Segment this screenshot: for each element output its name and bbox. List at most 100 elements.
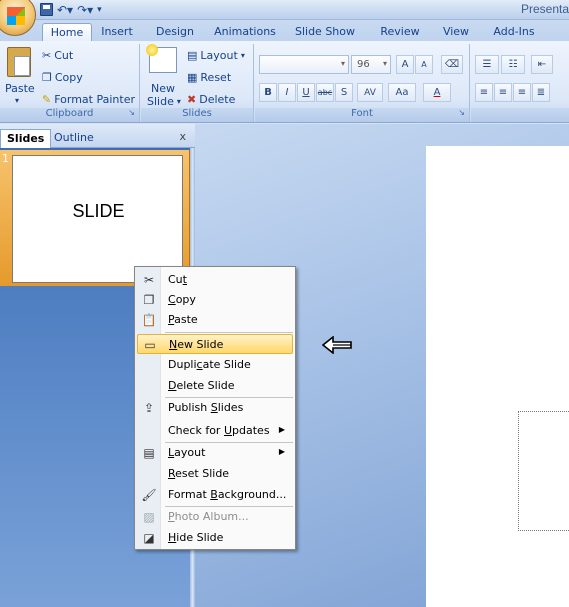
ribbon-tabs: Home Insert Design Animations Slide Show… <box>0 20 569 41</box>
menu-item-duplicate-slide[interactable]: Duplicate Slide <box>137 355 293 375</box>
italic-button[interactable]: I <box>278 83 296 102</box>
tab-slide-show[interactable]: Slide Show <box>292 23 358 41</box>
menu-item-publish-slides[interactable]: ⇪ Publish Slides <box>137 398 293 418</box>
tab-design[interactable]: Design <box>152 23 198 41</box>
layout-button[interactable]: ▤ Layout ▾ <box>187 49 245 62</box>
font-color-button[interactable]: A <box>423 83 451 102</box>
tab-home[interactable]: Home <box>42 23 92 41</box>
save-icon[interactable] <box>40 3 53 16</box>
title-bar: ↶▾ ↷▾ ▾ Presenta <box>0 0 569 36</box>
format-painter-button[interactable]: ✎ Format Painter <box>42 93 135 106</box>
tab-view[interactable]: View <box>438 23 474 41</box>
slide-thumbnail[interactable]: SLIDE <box>12 155 183 283</box>
justify-button[interactable]: ≣ <box>532 83 550 102</box>
strikethrough-button[interactable]: abc <box>316 83 334 102</box>
delete-button[interactable]: ✖ Delete <box>187 93 235 106</box>
align-left-icon: ≡ <box>479 87 489 98</box>
photo-album-icon: ▨ <box>143 510 155 524</box>
layout-icon: ▤ <box>187 49 198 62</box>
format-background-icon: 🖌 <box>141 488 157 502</box>
tab-insert[interactable]: Insert <box>96 23 138 41</box>
layout-icon: ▤ <box>143 446 155 460</box>
align-center-button[interactable]: ≡ <box>494 83 512 102</box>
reset-icon: ▦ <box>187 71 198 84</box>
new-slide-button-line1[interactable]: New <box>151 82 175 95</box>
slides-group: New Slide ▾ ▤ Layout ▾ ▦ Reset ✖ Delete Slide… <box>141 44 254 122</box>
numbering-button[interactable]: ☷ <box>501 55 525 74</box>
bullets-button[interactable]: ☰ <box>475 55 499 74</box>
menu-item-reset-slide[interactable]: Reset Slide <box>137 464 293 484</box>
quick-access-toolbar: ↶▾ ↷▾ ▾ <box>40 1 102 18</box>
menu-item-delete-slide[interactable]: Delete Slide <box>137 376 293 396</box>
character-spacing-button[interactable]: AV <box>357 83 383 102</box>
left-arrow-icon <box>322 336 352 354</box>
menu-item-format-background[interactable]: 🖌 Format Background... <box>137 485 293 505</box>
align-center-icon: ≡ <box>498 87 508 98</box>
font-size-combo[interactable]: 96 ▾ <box>351 55 391 74</box>
font-group-label: Font ↘ <box>255 108 469 122</box>
text-shadow-button[interactable]: S <box>335 83 353 102</box>
copy-icon: ❐ <box>143 293 155 307</box>
tab-outline[interactable]: Outline <box>48 129 100 148</box>
dialog-launcher-icon[interactable]: ↘ <box>128 108 135 117</box>
delete-icon: ✖ <box>187 93 197 106</box>
menu-item-layout[interactable]: ▤ Layout ▶ <box>137 443 293 463</box>
paste-dropdown-icon[interactable]: ▾ <box>15 96 19 105</box>
bullets-icon: ☰ <box>482 59 492 70</box>
new-slide-icon[interactable] <box>146 44 177 73</box>
clear-formatting-button[interactable]: ⌫ <box>441 55 463 74</box>
format-painter-icon: ✎ <box>42 93 52 106</box>
paste-icon[interactable] <box>7 47 31 77</box>
font-name-combo[interactable]: ▾ <box>259 55 349 74</box>
publish-slides-icon: ⇪ <box>143 401 155 415</box>
submenu-arrow-icon: ▶ <box>278 447 285 456</box>
menu-item-copy[interactable]: ❐ Copy <box>137 290 293 310</box>
ribbon: Paste ▾ ✂ Cut ❐ Copy ✎ Format Painter Clipb… <box>0 41 569 123</box>
menu-item-paste[interactable]: 📋 Paste <box>137 310 293 330</box>
align-right-button[interactable]: ≡ <box>513 83 531 102</box>
scissors-icon: ✂ <box>42 49 52 62</box>
paste-icon: 📋 <box>141 313 157 327</box>
new-slide-button-line2[interactable]: Slide ▾ <box>147 95 181 108</box>
menu-item-cut[interactable]: ✂ Cut <box>137 270 293 290</box>
font-group: ▾ 96 ▾ A A ⌫ B I U abc S AV Aa A Font ↘ <box>255 44 470 122</box>
menu-item-photo-album: ▨ Photo Album... <box>137 507 293 527</box>
underline-button[interactable]: U <box>297 83 315 102</box>
menu-item-check-for-updates[interactable]: Check for Updates ▶ <box>137 421 293 441</box>
copy-icon: ❐ <box>42 71 52 84</box>
reset-button[interactable]: ▦ Reset <box>187 71 231 84</box>
numbering-icon: ☷ <box>508 59 518 70</box>
change-case-button[interactable]: Aa <box>388 83 416 102</box>
customize-qat-icon[interactable]: ▾ <box>97 5 102 15</box>
indent-icon: ⇤ <box>537 59 547 70</box>
slides-group-label: Slides <box>141 108 253 122</box>
close-icon[interactable]: x <box>179 130 186 143</box>
redo-icon[interactable]: ↷▾ <box>77 3 93 17</box>
undo-icon[interactable]: ↶▾ <box>57 3 73 17</box>
thumbnail-number: 1 <box>2 152 9 165</box>
bold-button[interactable]: B <box>259 83 277 102</box>
chevron-down-icon: ▾ <box>176 97 181 106</box>
align-right-icon: ≡ <box>517 87 527 98</box>
menu-item-new-slide[interactable]: ▭ New Slide <box>137 334 293 354</box>
tab-animations[interactable]: Animations <box>212 23 278 41</box>
tab-slides[interactable]: Slides <box>0 129 52 148</box>
shrink-font-button[interactable]: A <box>415 55 433 74</box>
clipboard-group: Paste ▾ ✂ Cut ❐ Copy ✎ Format Painter Clipb… <box>0 44 140 122</box>
tab-review[interactable]: Review <box>376 23 424 41</box>
paragraph-group: ☰ ☷ ⇤ ≡ ≡ ≡ ≣ <box>471 44 569 122</box>
dialog-launcher-icon[interactable]: ↘ <box>458 108 465 117</box>
submenu-arrow-icon: ▶ <box>278 425 285 434</box>
align-left-button[interactable]: ≡ <box>475 83 493 102</box>
copy-button[interactable]: ❐ Copy <box>42 71 83 84</box>
slide-canvas[interactable] <box>426 146 569 607</box>
content-placeholder[interactable] <box>518 411 569 531</box>
grow-font-button[interactable]: A <box>396 55 414 74</box>
paste-button[interactable]: Paste <box>5 82 35 95</box>
decrease-indent-button[interactable]: ⇤ <box>531 55 553 74</box>
tab-add-ins[interactable]: Add-Ins <box>490 23 538 41</box>
slides-pane-header: Slides Outline x <box>0 124 195 148</box>
cut-button[interactable]: ✂ Cut <box>42 49 73 62</box>
menu-item-hide-slide[interactable]: ◪ Hide Slide <box>137 528 293 548</box>
new-slide-icon: ▭ <box>144 338 156 352</box>
